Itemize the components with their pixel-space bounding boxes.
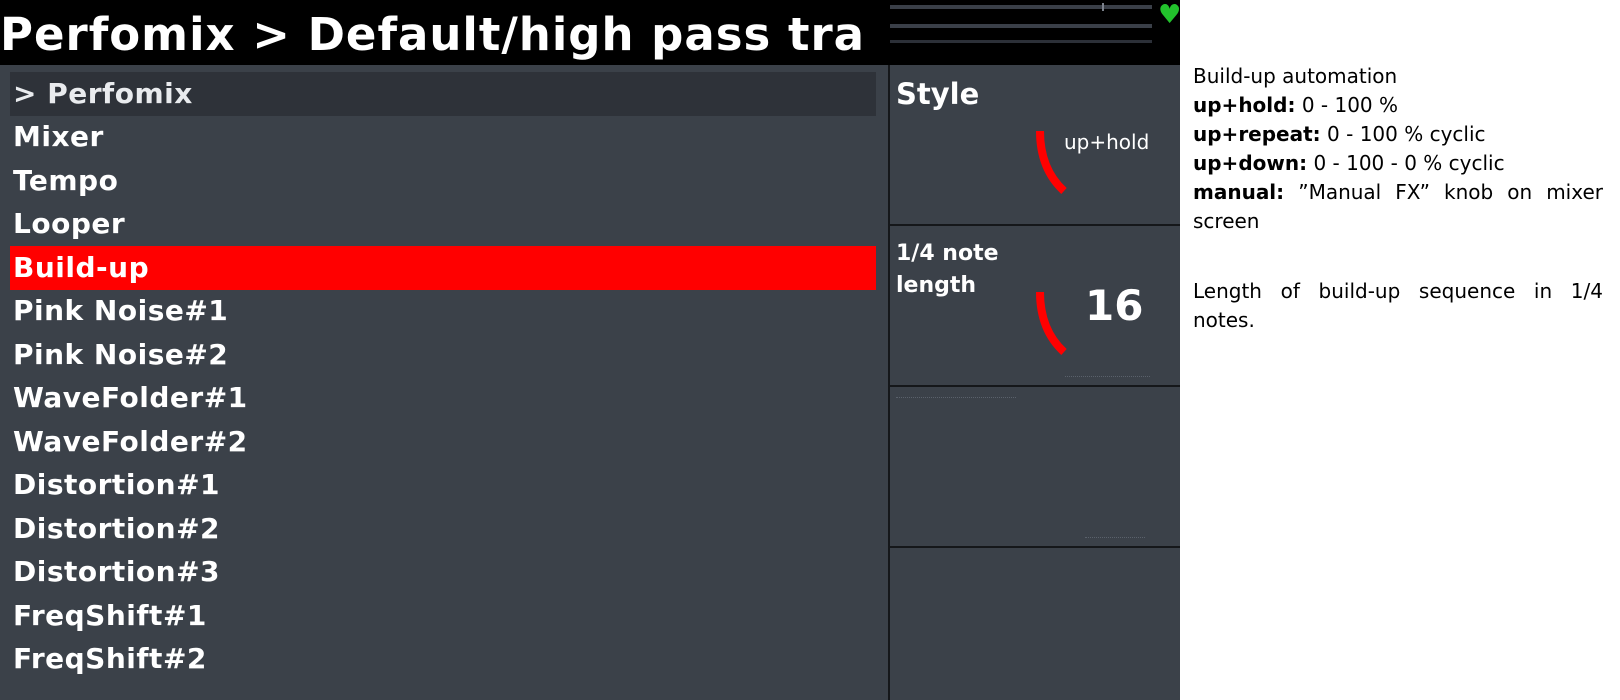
heart-icon: ♥ (1158, 0, 1180, 30)
help-option-desc: 0 - 100 - 0 % cyclic (1313, 151, 1505, 175)
menu-item-distortion-1[interactable]: Distortion#1 (10, 463, 876, 507)
level-meters: ♥ (888, 0, 1180, 65)
level-meter-3 (890, 40, 1152, 43)
meter-tick (1102, 3, 1104, 11)
menu-item-tempo[interactable]: Tempo (10, 159, 876, 203)
knob-trace (896, 397, 1016, 399)
menu-item-looper[interactable]: Looper (10, 202, 876, 246)
help-spacer (1193, 236, 1603, 277)
help-option-desc: 0 - 100 % cyclic (1327, 122, 1486, 146)
length-help: Length of build-up sequence in 1/4 notes… (1193, 279, 1603, 332)
menu-item-mixer[interactable]: Mixer (10, 115, 876, 159)
help-option-up-hold: up+hold: 0 - 100 % (1193, 91, 1603, 120)
menu-item-freqshift-1[interactable]: FreqShift#1 (10, 594, 876, 638)
style-help: Build-up automation up+hold: 0 - 100 % u… (1193, 62, 1603, 236)
menu-item-wavefolder-1[interactable]: WaveFolder#1 (10, 376, 876, 420)
empty-panel-1 (890, 387, 1180, 548)
help-option-up-down: up+down: 0 - 100 - 0 % cyclic (1193, 149, 1603, 178)
style-panel[interactable]: Style up+hold (890, 65, 1180, 226)
length-panel[interactable]: 1/4 note length 16 (890, 226, 1180, 387)
menu-item-freqshift-2[interactable]: FreqShift#2 (10, 637, 876, 681)
menu-item-pink-noise-1[interactable]: Pink Noise#1 (10, 289, 876, 333)
help-option-key: manual: (1193, 180, 1285, 204)
help-option-manual: manual: ”Manual FX” knob on mixer screen (1193, 178, 1603, 236)
style-value: up+hold (1064, 130, 1150, 154)
menu-item-pink-noise-2[interactable]: Pink Noise#2 (10, 333, 876, 377)
menu-item-distortion-3[interactable]: Distortion#3 (10, 550, 876, 594)
length-value: 16 (1085, 281, 1144, 330)
help-text: Build-up automation up+hold: 0 - 100 % u… (1193, 62, 1603, 335)
page-title: Perfomix > Default/high pass tra (0, 8, 866, 61)
parameter-panel: Style up+hold 1/4 note length 16 (888, 65, 1180, 700)
menu-item-wavefolder-2[interactable]: WaveFolder#2 (10, 420, 876, 464)
help-option-key: up+down: (1193, 151, 1308, 175)
empty-panel-2 (890, 548, 1180, 700)
level-meter-1 (890, 3, 1152, 11)
length-label-line-1: 1/4 note (896, 241, 999, 266)
length-label-line-2: length (896, 273, 977, 298)
help-option-key: up+repeat: (1193, 122, 1321, 146)
style-help-heading: Build-up automation (1193, 64, 1398, 88)
menu-item-build-up[interactable]: Build-up (10, 246, 876, 290)
help-option-key: up+hold: (1193, 93, 1296, 117)
style-label: Style (896, 77, 980, 111)
title-bar: Perfomix > Default/high pass tra (0, 0, 888, 65)
menu-item-header[interactable]: > Perfomix (10, 72, 876, 116)
module-menu: > Perfomix Mixer Tempo Looper Build-up P… (0, 65, 888, 700)
length-label: 1/4 note length (896, 238, 999, 302)
help-option-desc: 0 - 100 % (1301, 93, 1399, 117)
help-option-up-repeat: up+repeat: 0 - 100 % cyclic (1193, 120, 1603, 149)
menu-item-distortion-2[interactable]: Distortion#2 (10, 507, 876, 551)
knob-trace (1085, 537, 1145, 539)
device-screen: Perfomix > Default/high pass tra ♥ > Per… (0, 0, 1180, 700)
level-meter-2 (890, 24, 1152, 28)
knob-trace (1065, 376, 1150, 378)
length-knob[interactable] (1030, 288, 1080, 358)
